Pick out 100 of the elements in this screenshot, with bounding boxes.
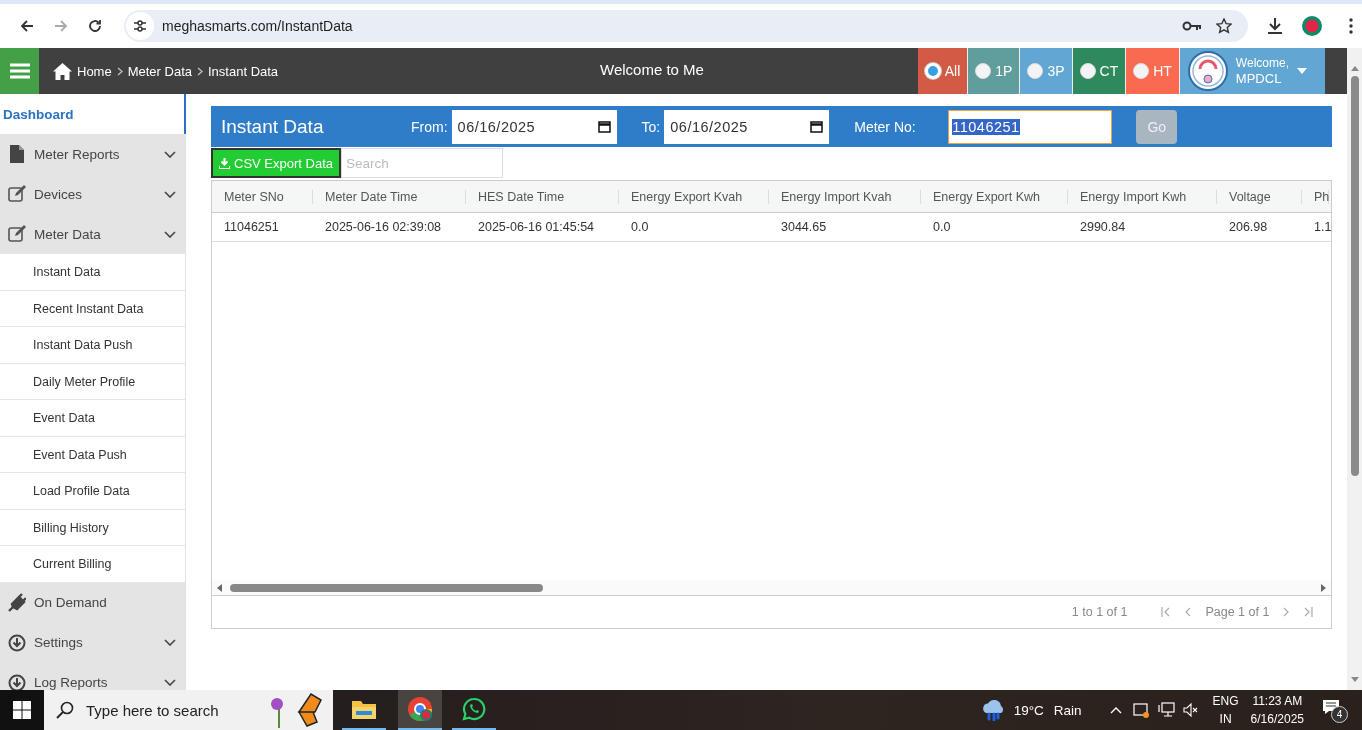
meter-type-filter[interactable]: All xyxy=(917,48,969,94)
site-settings-icon[interactable] xyxy=(126,12,154,40)
table-cell-text: 0.0 xyxy=(932,220,952,234)
breadcrumb-link[interactable]: Instant Data xyxy=(208,63,279,79)
browser-icon xyxy=(407,696,433,722)
table-cell-text: 206.98 xyxy=(1228,220,1269,234)
chevron-down-icon xyxy=(164,230,176,238)
chevron-right-icon xyxy=(197,66,203,76)
sidebar-item[interactable]: Log Reports xyxy=(0,662,186,690)
chrome-taskbar-icon[interactable] xyxy=(398,690,442,730)
reload-icon[interactable] xyxy=(87,18,103,34)
chevron-down-icon xyxy=(164,679,176,686)
from-label: From: xyxy=(411,118,448,135)
address-bar[interactable]: meghasmarts.com/InstantData xyxy=(124,10,1248,42)
vertical-scrollbar-thumb[interactable] xyxy=(1350,76,1359,476)
breadcrumb-link[interactable]: Home xyxy=(77,63,112,79)
sidebar-subitem[interactable]: Event Data Push xyxy=(0,436,185,473)
sidebar-item[interactable]: Settings xyxy=(0,622,186,663)
user-name: MPDCL xyxy=(1235,71,1283,86)
caret-down-icon xyxy=(1297,68,1307,74)
table-cell-text: 1.1 xyxy=(1313,220,1332,234)
sidebar-item[interactable]: On Demand xyxy=(0,582,186,623)
sidebar-subitem[interactable]: Event Data xyxy=(0,400,185,437)
edit-icon xyxy=(8,184,26,204)
more-menu-icon[interactable] xyxy=(1349,18,1353,34)
search-icon xyxy=(56,701,74,719)
calendar-icon xyxy=(810,120,824,133)
temperature-text[interactable]: 19°C xyxy=(1013,702,1044,718)
menu-button[interactable] xyxy=(0,48,39,94)
meter-number-field[interactable]: 11046251 xyxy=(948,109,1113,144)
table-cell-text: 2990.84 xyxy=(1079,220,1127,234)
sidebar-item[interactable]: Meter Reports xyxy=(0,134,186,174)
profile-avatar-icon[interactable] xyxy=(1301,15,1323,37)
table-cell-text: 2025-06-16 02:39:08 xyxy=(324,220,443,234)
scroll-right-arrow-icon[interactable] xyxy=(1321,583,1327,592)
scroll-left-arrow-icon[interactable] xyxy=(217,583,222,592)
sync-warning-icon[interactable] xyxy=(1132,702,1149,718)
sidebar-subitem[interactable]: Current Billing xyxy=(0,546,185,583)
start-button[interactable] xyxy=(0,690,44,730)
sidebar-item[interactable]: Dashboard xyxy=(0,94,186,134)
from-date-field[interactable]: 06/16/2025 xyxy=(451,109,617,144)
clock-date[interactable]: 6/16/2025 xyxy=(1250,710,1304,728)
sidebar-subitem[interactable]: Load Profile Data xyxy=(0,473,185,510)
page-indicator: Page 1 of 1 xyxy=(1205,605,1270,619)
back-icon[interactable] xyxy=(19,18,35,34)
taskbar-search-field[interactable]: Type here to search xyxy=(44,690,333,730)
chat-bubble-icon xyxy=(462,697,486,721)
plug-icon xyxy=(8,592,26,613)
download-icon xyxy=(219,157,230,169)
sidebar-subitem[interactable]: Instant Data Push xyxy=(0,327,185,364)
home-icon[interactable] xyxy=(53,62,72,80)
radio-button[interactable] xyxy=(1133,63,1150,79)
sidebar-subitem[interactable]: Instant Data xyxy=(0,254,185,291)
table-cell-text: 0.0 xyxy=(630,220,650,234)
sidebar-subitem[interactable]: Billing History xyxy=(0,509,185,546)
horizontal-scrollbar-thumb[interactable] xyxy=(230,583,543,592)
breadcrumb-link[interactable]: Meter Data xyxy=(127,63,192,79)
chevron-up-icon[interactable] xyxy=(1109,706,1122,714)
meter-type-filter[interactable]: CT xyxy=(1072,48,1127,94)
language-text[interactable]: ENG xyxy=(1212,692,1239,710)
chevron-down-icon xyxy=(164,150,176,158)
scroll-down-arrow-icon[interactable] xyxy=(1349,676,1360,684)
sidebar-item[interactable]: Devices xyxy=(0,174,186,214)
sidebar-subitem[interactable]: Recent Instant Data xyxy=(0,290,185,327)
radio-button[interactable] xyxy=(1079,63,1096,79)
windows-logo-icon xyxy=(13,701,31,719)
radio-button[interactable] xyxy=(1027,63,1044,79)
panel-title: Instant Data xyxy=(221,115,325,138)
logo-avatar-icon xyxy=(1187,51,1228,91)
to-label: To: xyxy=(641,118,661,135)
menu-icon xyxy=(9,63,30,79)
region-text[interactable]: IN xyxy=(1219,710,1232,728)
calendar-icon xyxy=(597,120,611,133)
edit-icon xyxy=(8,224,26,244)
notification-count-badge: 4 xyxy=(1331,706,1348,723)
chevron-down-icon xyxy=(164,190,176,198)
radio-button[interactable] xyxy=(975,63,992,79)
table-cell-text: 2025-06-16 01:45:54 xyxy=(477,220,596,234)
to-date-field[interactable]: 06/16/2025 xyxy=(664,109,830,144)
clock-time[interactable]: 11:23 AM xyxy=(1252,692,1303,710)
scroll-up-arrow-icon[interactable] xyxy=(1349,64,1360,72)
volume-muted-icon[interactable] xyxy=(1182,703,1199,717)
table-cell-text: 3044.65 xyxy=(780,220,828,234)
sidebar-item[interactable]: Meter Data xyxy=(0,214,186,254)
table-cell-text: 11046251 xyxy=(223,220,280,234)
network-icon[interactable] xyxy=(1157,702,1175,718)
download-circle-icon xyxy=(8,632,26,653)
star-icon[interactable] xyxy=(1216,18,1232,34)
chevron-right-icon xyxy=(116,66,123,76)
weather-text[interactable]: Rain xyxy=(1053,702,1082,718)
key-icon[interactable] xyxy=(1182,20,1202,32)
row-count-text: 1 to 1 of 1 xyxy=(1071,605,1128,619)
file-icon xyxy=(8,144,26,164)
sidebar-subitem[interactable]: Daily Meter Profile xyxy=(0,363,185,400)
chevron-down-icon xyxy=(164,639,176,646)
header-title: Welcome to Me xyxy=(599,60,705,80)
folder-icon xyxy=(352,699,376,719)
download-icon[interactable] xyxy=(1266,17,1284,35)
welcome-text: Welcome, xyxy=(1235,56,1289,71)
meter-number-label: Meter No: xyxy=(854,118,917,135)
